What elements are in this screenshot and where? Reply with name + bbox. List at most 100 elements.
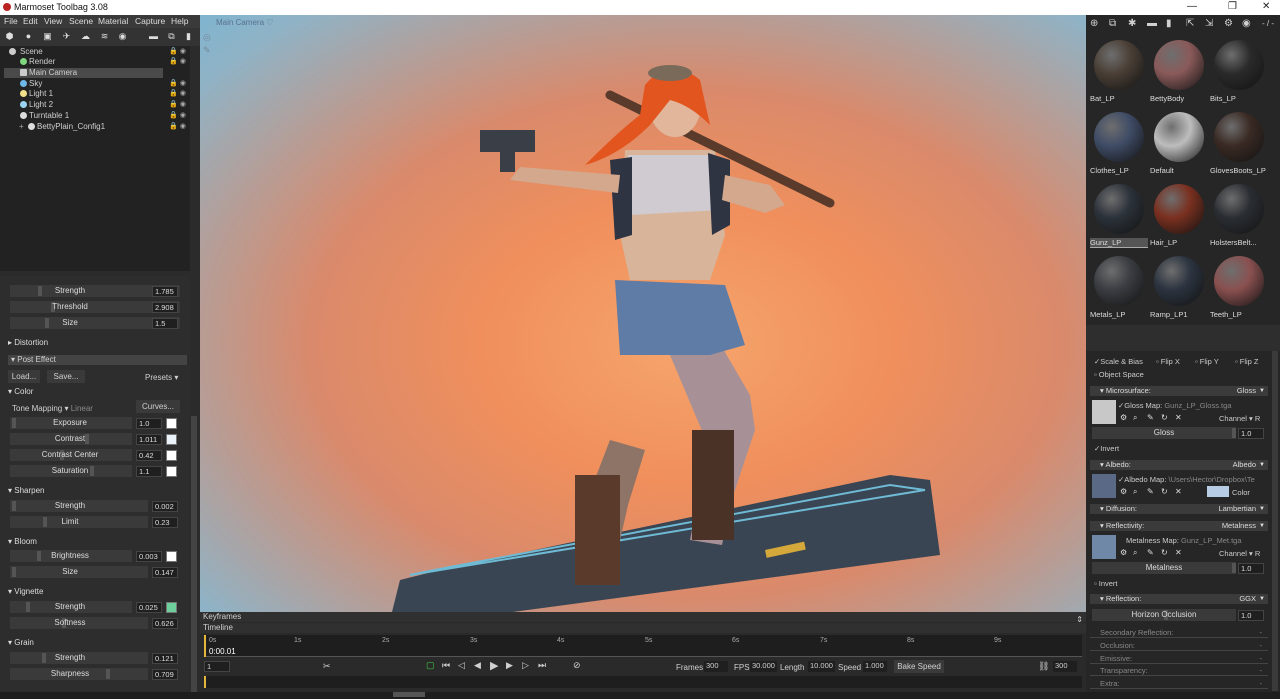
- albedo-color-swatch[interactable]: [1207, 486, 1229, 497]
- dropdown-arrow-icon[interactable]: ▼: [1259, 460, 1265, 470]
- material-clothes-lp[interactable]: Clothes_LP: [1088, 109, 1146, 179]
- material-holstersbelt[interactable]: HolstersBelt...: [1208, 181, 1266, 251]
- add-light-icon[interactable]: ●: [23, 31, 34, 42]
- metalness-value[interactable]: 1.0: [1238, 563, 1264, 574]
- prev-frame-icon[interactable]: ◀: [474, 660, 481, 671]
- albedo-header[interactable]: ▾ Albedo: Albedo ▼: [1090, 460, 1268, 470]
- tree-item-light-2[interactable]: 🔒 ◉ Light 2: [0, 100, 190, 110]
- flip-y-checkbox[interactable]: ▫ Flip Y: [1195, 357, 1219, 366]
- clear-icon[interactable]: ✕: [1175, 487, 1182, 496]
- tree-item-bettyplain-config1[interactable]: 🔒 ◉ + BettyPlain_Config1: [0, 122, 190, 132]
- add-material-icon[interactable]: ⊕: [1090, 18, 1098, 29]
- vignette-softness-value[interactable]: 0.626: [152, 618, 178, 629]
- tree-item-render[interactable]: 🔒 ◉ Render: [0, 57, 190, 67]
- add-turntable-icon[interactable]: ✈: [61, 31, 72, 42]
- view-options-icon[interactable]: - / -: [1262, 19, 1274, 28]
- bake-speed-button[interactable]: Bake Speed: [894, 660, 944, 673]
- material-metals-lp[interactable]: Metals_LP: [1088, 253, 1146, 323]
- close-icon[interactable]: ✕: [1262, 1, 1270, 12]
- frame-field[interactable]: 1: [204, 661, 230, 672]
- duplicate-material-icon[interactable]: ⧉: [1109, 18, 1116, 29]
- skip-start-icon[interactable]: ⏮: [442, 660, 450, 671]
- speed-field[interactable]: 1.000: [863, 661, 887, 672]
- end-frame-field[interactable]: 300: [1053, 661, 1077, 672]
- horizon-occlusion-slider[interactable]: Horizon Occlusion: [1092, 609, 1236, 621]
- material-bat-lp[interactable]: Bat_LP: [1088, 37, 1146, 107]
- section-mode[interactable]: GGX: [1239, 594, 1256, 604]
- add-mesh-icon[interactable]: ⬢: [4, 31, 15, 42]
- object-space-checkbox[interactable]: ▫ Object Space: [1094, 370, 1144, 379]
- gear-icon[interactable]: ⚙: [1120, 413, 1127, 422]
- frames-field[interactable]: 300: [704, 661, 728, 672]
- view-gizmo-icon[interactable]: ◎: [203, 32, 211, 43]
- invert-metalness-checkbox[interactable]: ▫ Invert: [1094, 579, 1118, 588]
- settings-icon[interactable]: ⚙: [1224, 18, 1233, 29]
- visibility-icon[interactable]: 🔒 ◉: [169, 47, 186, 57]
- clear-icon[interactable]: ✕: [1175, 548, 1182, 557]
- vignette-softness-slider[interactable]: Softness: [10, 617, 148, 629]
- menu-material[interactable]: Material: [98, 16, 128, 26]
- dropdown-arrow-icon[interactable]: ▼: [1259, 386, 1265, 396]
- visibility-icon[interactable]: 🔒 ◉: [169, 89, 186, 99]
- bloom-section[interactable]: ▾ Bloom: [8, 537, 37, 546]
- pen-icon[interactable]: ✎: [1147, 548, 1154, 557]
- dropdown-arrow-icon[interactable]: ▼: [1259, 521, 1265, 531]
- editor-scrollbar[interactable]: [1272, 351, 1278, 691]
- clear-icon[interactable]: ✕: [1175, 413, 1182, 422]
- refresh-icon[interactable]: ↻: [1161, 487, 1168, 496]
- timeline-track[interactable]: [204, 676, 1082, 688]
- section-mode[interactable]: -: [1260, 641, 1263, 650]
- section-mode[interactable]: Lambertian: [1218, 504, 1256, 514]
- curves-button[interactable]: Curves...: [136, 400, 180, 413]
- refresh-icon[interactable]: ↻: [1161, 548, 1168, 557]
- contrast-color-swatch[interactable]: [166, 434, 177, 445]
- saturation-slider[interactable]: Saturation: [10, 465, 132, 477]
- dropdown-arrow-icon[interactable]: ▼: [1259, 594, 1265, 604]
- sharpen-strength-value[interactable]: 0.002: [152, 501, 178, 512]
- diffusion-header[interactable]: ▾ Diffusion: Lambertian ▼: [1090, 504, 1268, 514]
- save-button[interactable]: Save...: [47, 370, 85, 383]
- grain-sharpness-value[interactable]: 0.709: [152, 669, 178, 680]
- material-ramp-lp1[interactable]: Ramp_LP1: [1148, 253, 1206, 323]
- pen-icon[interactable]: ✎: [1147, 413, 1154, 422]
- presets-dropdown[interactable]: Presets ▾: [145, 373, 178, 382]
- gear-icon[interactable]: ⚙: [1120, 487, 1127, 496]
- pen-tool-icon[interactable]: ✎: [203, 45, 211, 56]
- threshold-value[interactable]: 2.908: [152, 302, 178, 313]
- delete-material-icon[interactable]: ▮: [1166, 18, 1172, 29]
- folder-icon[interactable]: ▬: [148, 31, 159, 42]
- microsurface-header[interactable]: ▾ Microsurface: Gloss ▼: [1090, 386, 1268, 396]
- material-bettybody[interactable]: BettyBody: [1148, 37, 1206, 107]
- scale-bias-checkbox[interactable]: ✓Scale & Bias: [1094, 357, 1143, 366]
- gloss-slider[interactable]: Gloss: [1092, 427, 1236, 439]
- visibility-icon[interactable]: 🔒 ◉: [169, 79, 186, 89]
- bloom-size-value[interactable]: 0.147: [152, 567, 178, 578]
- visibility-icon[interactable]: 🔒 ◉: [169, 57, 186, 67]
- timeline-ruler[interactable]: 0s 1s 2s 3s 4s 5s 6s 7s 8s 9s 0:00.01: [204, 635, 1082, 657]
- visibility-icon[interactable]: 🔒 ◉: [169, 111, 186, 121]
- menu-capture[interactable]: Capture: [135, 16, 165, 26]
- import-icon[interactable]: ⇲: [1205, 18, 1213, 29]
- expand-icon[interactable]: +: [19, 122, 24, 132]
- export-icon[interactable]: ⇱: [1186, 18, 1194, 29]
- sharpen-strength-slider[interactable]: Strength: [10, 500, 148, 512]
- grain-strength-value[interactable]: 0.121: [152, 653, 178, 664]
- gloss-value[interactable]: 1.0: [1238, 428, 1264, 439]
- play-icon[interactable]: ▶: [490, 659, 498, 672]
- secondary-reflection-section[interactable]: Secondary Reflection: -: [1090, 628, 1268, 638]
- keyframes-header[interactable]: Keyframes: [200, 612, 1086, 622]
- map-filename[interactable]: \Users\Hector\Dropbox\Te: [1169, 475, 1255, 484]
- playhead[interactable]: [204, 635, 206, 657]
- length-field[interactable]: 10.000: [808, 661, 835, 672]
- grain-sharpness-slider[interactable]: Sharpness: [10, 668, 148, 680]
- reflectivity-header[interactable]: ▾ Reflectivity: Metalness ▼: [1090, 521, 1268, 531]
- add-camera-icon[interactable]: ▣: [42, 31, 53, 42]
- contrast-value[interactable]: 1.011: [136, 434, 162, 445]
- vignette-strength-slider[interactable]: Strength: [10, 601, 132, 613]
- menu-file[interactable]: File: [4, 16, 18, 26]
- loop-icon[interactable]: ▢: [426, 660, 435, 671]
- vignette-section[interactable]: ▾ Vignette: [8, 587, 43, 596]
- section-mode[interactable]: -: [1260, 666, 1263, 675]
- horizon-occlusion-value[interactable]: 1.0: [1238, 610, 1264, 621]
- 3d-viewport[interactable]: Main Camera ♡ ◎ ✎: [200, 15, 1086, 615]
